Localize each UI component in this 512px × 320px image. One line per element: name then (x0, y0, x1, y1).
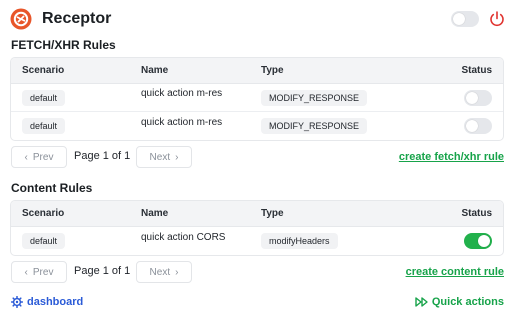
quick-actions-label: Quick actions (431, 296, 504, 308)
table-row[interactable]: default quick action m-res MODIFY_RESPON… (11, 84, 503, 112)
prev-page-button[interactable]: ‹ Prev (11, 146, 67, 168)
header: Receptor (10, 8, 506, 32)
table-row[interactable]: default quick action m-res MODIFY_RESPON… (11, 112, 503, 140)
toggle-knob (453, 13, 465, 25)
col-scenario: Scenario (22, 65, 65, 76)
type-chip: modifyHeaders (261, 233, 338, 249)
gear-icon (11, 296, 23, 308)
scenario-chip: default (22, 89, 66, 106)
chevron-right-icon: › (175, 151, 179, 163)
type-chip: MODIFY_RESPONSE (261, 118, 368, 134)
prev-label: Prev (32, 266, 54, 278)
create-content-rule-link[interactable]: create content rule (406, 266, 504, 278)
scenario-chip: default (22, 233, 66, 249)
rule-name: quick action m-res (141, 88, 223, 99)
page-indicator: Page 1 of 1 (74, 265, 131, 277)
next-page-button[interactable]: Next › (136, 146, 192, 168)
col-type: Type (261, 65, 284, 76)
prev-page-button[interactable]: ‹ Prev (11, 261, 67, 283)
fetch-section-title: FETCH/XHR Rules (11, 38, 116, 52)
content-rules-table: Scenario Name Type Status default quick … (10, 200, 504, 256)
rule-status-toggle[interactable] (464, 118, 492, 134)
table-header: Scenario Name Type Status (11, 58, 503, 84)
rule-status-toggle[interactable] (464, 233, 492, 249)
col-scenario: Scenario (22, 208, 65, 219)
next-label: Next (149, 151, 171, 163)
next-page-button[interactable]: Next › (136, 261, 192, 283)
double-play-icon (415, 297, 428, 307)
create-fetch-rule-link[interactable]: create fetch/xhr rule (399, 151, 504, 163)
table-header: Scenario Name Type Status (11, 201, 503, 227)
app-title: Receptor (42, 10, 112, 27)
col-type: Type (261, 208, 284, 219)
dashboard-label: dashboard (27, 296, 84, 308)
rule-name: quick action CORS (141, 231, 226, 243)
table-row[interactable]: default quick action CORS modifyHeaders (11, 227, 503, 255)
chevron-left-icon: ‹ (24, 151, 28, 163)
prev-label: Prev (32, 151, 54, 163)
chevron-right-icon: › (175, 266, 179, 278)
rule-name: quick action m-res (141, 116, 223, 128)
master-toggle[interactable] (451, 11, 479, 27)
chevron-left-icon: ‹ (24, 266, 28, 278)
fetch-rules-table: Scenario Name Type Status default quick … (10, 57, 504, 141)
toggle-knob (466, 120, 478, 132)
col-status: Status (461, 208, 492, 219)
scenario-chip: default (22, 118, 66, 134)
content-section-title: Content Rules (11, 181, 93, 195)
next-label: Next (149, 266, 171, 278)
toggle-knob (478, 235, 490, 247)
dashboard-link[interactable]: dashboard (11, 296, 83, 308)
page-indicator: Page 1 of 1 (74, 150, 131, 162)
power-icon[interactable] (488, 10, 506, 28)
quick-actions-link[interactable]: Quick actions (415, 296, 504, 308)
toggle-knob (466, 91, 478, 104)
type-chip: MODIFY_RESPONSE (261, 89, 368, 106)
rule-status-toggle[interactable] (464, 89, 492, 106)
receptor-logo-icon (10, 8, 32, 30)
col-status: Status (461, 65, 492, 76)
